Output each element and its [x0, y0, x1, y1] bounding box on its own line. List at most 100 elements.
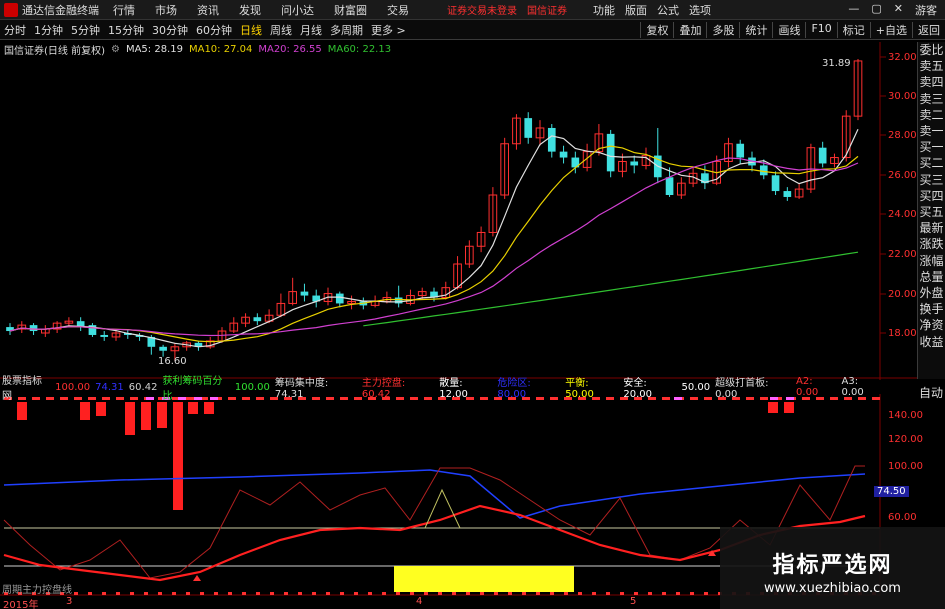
- candle-body: [182, 342, 191, 348]
- adjust-button[interactable]: 复权: [640, 21, 673, 38]
- menu-quotes[interactable]: 行情: [113, 2, 135, 18]
- period-60min[interactable]: 60分钟: [196, 22, 232, 38]
- add-watchlist-button[interactable]: +自选: [869, 21, 912, 38]
- up-arrow-icon: [708, 550, 716, 556]
- side-panel-item[interactable]: 买一: [918, 139, 945, 155]
- multi-stock-button[interactable]: 多股: [706, 21, 739, 38]
- menu-discover[interactable]: 发现: [239, 2, 261, 18]
- menu-trade[interactable]: 交易: [387, 2, 409, 18]
- window-controls: — ▢ ✕ 游客: [848, 2, 945, 18]
- menu-options[interactable]: 选项: [689, 2, 711, 18]
- baseline-mark: [564, 592, 568, 595]
- candle-body: [701, 173, 709, 184]
- indicator-bar: [141, 402, 151, 430]
- baseline-mark: [396, 592, 400, 595]
- side-panel-item[interactable]: 卖四: [918, 74, 945, 90]
- side-panel-item[interactable]: 净资: [918, 317, 945, 333]
- side-panel-item[interactable]: 外盘: [918, 285, 945, 301]
- candle-body: [323, 293, 333, 302]
- candle-body: [300, 291, 309, 296]
- side-panel-item[interactable]: 买五: [918, 204, 945, 220]
- side-panel-item[interactable]: 卖二: [918, 107, 945, 123]
- close-icon[interactable]: ✕: [894, 2, 903, 18]
- side-panel-item[interactable]: 买二: [918, 155, 945, 171]
- period-1min[interactable]: 1分钟: [34, 22, 63, 38]
- side-panel-item[interactable]: 买四: [918, 188, 945, 204]
- indicator-value: 获利筹码百分比: [162, 376, 223, 402]
- draw-line-button[interactable]: 画线: [772, 21, 805, 38]
- baseline-mark: [144, 592, 148, 595]
- candle-body: [170, 346, 180, 352]
- stock-name[interactable]: 国信证券(日线 前复权): [4, 42, 105, 57]
- candle-body: [347, 300, 356, 304]
- login-status[interactable]: 证券交易未登录: [447, 2, 517, 17]
- period-monthly[interactable]: 月线: [300, 22, 322, 38]
- maximize-icon[interactable]: ▢: [871, 2, 881, 18]
- side-panel-item[interactable]: 最新: [918, 220, 945, 236]
- period-weekly[interactable]: 周线: [270, 22, 292, 38]
- menu-market[interactable]: 市场: [155, 2, 177, 18]
- period-15min[interactable]: 15分钟: [108, 22, 144, 38]
- candle-body: [688, 172, 698, 184]
- guest-label[interactable]: 游客: [915, 2, 937, 18]
- menu-formula[interactable]: 公式: [657, 2, 679, 18]
- candle-body: [370, 300, 380, 306]
- side-panel-item[interactable]: 卖三: [918, 91, 945, 107]
- indicator-value: 散量: 12.00: [439, 378, 468, 400]
- candle-body: [512, 117, 521, 145]
- indicator-bar: [125, 402, 135, 435]
- price-tick: 22.00: [888, 249, 917, 260]
- baseline-mark: [116, 592, 120, 595]
- period-timeshare[interactable]: 分时: [4, 22, 26, 38]
- candle-body: [29, 325, 38, 332]
- baseline-mark: [200, 592, 204, 595]
- side-panel-item[interactable]: 总量: [918, 269, 945, 285]
- side-panel-item[interactable]: 卖一: [918, 123, 945, 139]
- side-panel-item[interactable]: 卖五: [918, 58, 945, 74]
- date-label: 2015年: [3, 600, 39, 609]
- indicator-value: 危险区: 80.00: [497, 378, 531, 400]
- back-button[interactable]: 返回: [912, 21, 945, 38]
- period-toolbar: 分时 1分钟 5分钟 15分钟 30分钟 60分钟 日线 周线 月线 多周期 更…: [0, 20, 945, 40]
- settings-icon[interactable]: ⚙: [111, 44, 120, 55]
- price-high-label: 31.89: [822, 58, 851, 69]
- statistics-button[interactable]: 统计: [739, 21, 772, 38]
- side-auto-label[interactable]: 自动: [917, 384, 945, 401]
- candle-body: [217, 330, 227, 342]
- menu-news[interactable]: 资讯: [197, 2, 219, 18]
- mark-button[interactable]: 标记: [836, 21, 870, 38]
- menu-ask[interactable]: 问小达: [281, 2, 314, 18]
- overlay-button[interactable]: 叠加: [673, 21, 706, 38]
- period-multi[interactable]: 多周期: [330, 22, 363, 38]
- broker-name[interactable]: 国信证券: [527, 2, 567, 17]
- candle-body: [335, 293, 344, 304]
- side-panel-item[interactable]: 买三: [918, 172, 945, 188]
- price-tick: 18.00: [888, 328, 917, 339]
- candle-body: [229, 322, 239, 332]
- menu-wealth[interactable]: 财富圈: [334, 2, 367, 18]
- candle-body: [677, 182, 686, 196]
- candlestick-chart[interactable]: [0, 0, 945, 609]
- period-more[interactable]: 更多 >: [371, 22, 406, 38]
- menu-function[interactable]: 功能: [593, 2, 615, 18]
- side-panel-item[interactable]: 涨幅: [918, 253, 945, 269]
- blue-line: [3, 469, 866, 519]
- period-5min[interactable]: 5分钟: [71, 22, 100, 38]
- f10-button[interactable]: F10: [805, 21, 836, 38]
- side-panel-item[interactable]: 委比: [918, 42, 945, 58]
- menu-layout[interactable]: 版面: [625, 2, 647, 18]
- baseline-mark: [578, 592, 582, 595]
- ind-tick: 120.00: [888, 434, 923, 445]
- side-panel-item[interactable]: 涨跌: [918, 236, 945, 252]
- side-panel-item[interactable]: 收益: [918, 334, 945, 350]
- period-daily[interactable]: 日线: [240, 22, 262, 38]
- watermark-overlay: 指标严选网 www.xuezhibiao.com: [720, 527, 945, 609]
- side-panel-item[interactable]: 换手: [918, 301, 945, 317]
- baseline-mark: [620, 592, 624, 595]
- period-30min[interactable]: 30分钟: [152, 22, 188, 38]
- signal-mark: [74, 397, 82, 400]
- grid-lines: [0, 42, 917, 596]
- ma20-label: MA20: 26.55: [258, 43, 322, 55]
- baseline-mark: [88, 592, 92, 595]
- minimize-icon[interactable]: —: [848, 2, 859, 18]
